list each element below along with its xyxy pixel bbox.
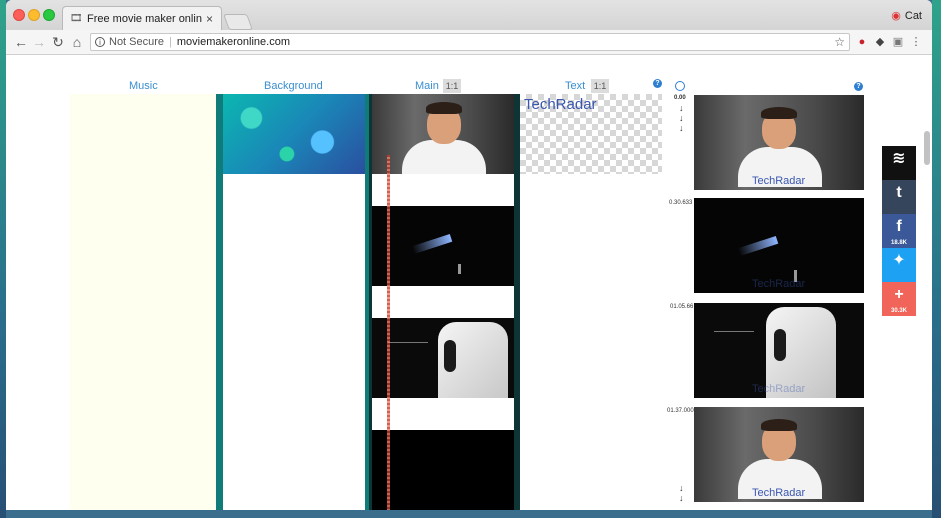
light-beam xyxy=(411,234,453,254)
preview-watermark: TechRadar xyxy=(752,175,806,187)
main-column-header[interactable]: Main xyxy=(415,80,439,92)
text-column-header[interactable]: Text xyxy=(565,80,585,92)
arrow-down-icon[interactable]: ↓ xyxy=(679,104,684,113)
main-ratio-badge[interactable]: 1:1 xyxy=(443,79,461,93)
preview-watermark: TechRadar xyxy=(752,383,806,395)
help-icon[interactable]: ? xyxy=(854,82,863,91)
person-hair xyxy=(426,102,462,114)
preview-frame[interactable]: TechRadar xyxy=(694,303,864,398)
music-column-header[interactable]: Music xyxy=(129,80,158,92)
timecode: 0.00 xyxy=(674,95,686,101)
more-share-button[interactable]: + 30.3K xyxy=(882,282,916,316)
timeline-column: 0.00 ↓ ↓ ↓ 0.30.633 01.05.66 01.37.000 ↓… xyxy=(662,94,694,510)
main-gap xyxy=(372,174,514,206)
tumblr-icon: t xyxy=(896,184,902,201)
not-secure-label: Not Secure xyxy=(109,36,165,48)
menu-dots-icon[interactable]: ⋮ xyxy=(909,35,923,49)
arrow-down-icon[interactable]: ↓ xyxy=(679,124,684,133)
home-icon[interactable]: ⌂ xyxy=(68,33,86,51)
music-track[interactable] xyxy=(70,94,216,510)
text-track[interactable]: TechRadar xyxy=(520,94,662,510)
twitter-share-button[interactable]: ✦ xyxy=(882,248,916,282)
extension-chat-icon[interactable]: ◆ xyxy=(873,35,887,49)
bookmark-star-icon[interactable]: ☆ xyxy=(834,35,845,49)
main-clip[interactable] xyxy=(372,94,514,174)
reload-icon[interactable]: ↻ xyxy=(49,33,67,51)
buffer-icon: ≋ xyxy=(892,150,906,167)
phone-camera xyxy=(774,329,786,361)
text-clip-label: TechRadar xyxy=(524,96,597,113)
light-beam xyxy=(737,236,779,256)
browser-toolbar: ← → ↻ ⌂ i Not Secure | moviemakeronline.… xyxy=(6,30,932,55)
share-sidebar: ≋ t f 18.8K ✦ + 30.3K xyxy=(882,146,916,316)
tab-active[interactable]: 🎞 Free movie maker online and × xyxy=(62,6,222,30)
main-track[interactable] xyxy=(369,94,520,510)
more-share-count: 30.3K xyxy=(890,308,907,314)
desktop-background-right xyxy=(932,0,941,518)
preview-watermark: TechRadar xyxy=(752,278,806,290)
profile-button[interactable]: ◉ Cat xyxy=(891,9,922,23)
text-clip[interactable]: TechRadar xyxy=(520,94,662,174)
arrow-down-icon[interactable]: ↓ xyxy=(679,494,684,503)
timecode: 01.05.66 xyxy=(670,304,694,310)
clock-icon xyxy=(675,81,685,91)
figure xyxy=(458,264,461,274)
close-tab-icon[interactable]: × xyxy=(206,12,213,26)
preview-frame[interactable]: TechRadar xyxy=(694,198,864,293)
forward-arrow-icon[interactable]: → xyxy=(30,33,48,51)
background-column-header[interactable]: Background xyxy=(264,80,323,92)
person-body xyxy=(402,140,486,174)
address-bar[interactable]: i Not Secure | moviemakeronline.com ☆ xyxy=(90,33,850,51)
preview-watermark: TechRadar xyxy=(752,487,806,499)
timecode: 0.30.633 xyxy=(669,200,693,206)
profile-name: Cat xyxy=(904,9,922,22)
back-arrow-icon[interactable]: ← xyxy=(12,33,30,51)
preview-frame[interactable]: TechRadar xyxy=(694,95,864,190)
tab-strip: 🎞 Free movie maker online and × ◉ Cat xyxy=(6,0,932,30)
info-icon[interactable]: i xyxy=(95,37,105,47)
timecode: 01.37.000 xyxy=(667,408,694,414)
buffer-share-button[interactable]: ≋ xyxy=(882,146,916,180)
background-track[interactable] xyxy=(216,94,369,510)
clip-caption xyxy=(714,331,754,362)
main-clip[interactable] xyxy=(372,318,514,398)
close-window-button[interactable] xyxy=(13,9,25,21)
facebook-icon: f xyxy=(896,218,902,235)
main-clip[interactable] xyxy=(372,430,514,510)
background-clip[interactable] xyxy=(223,94,365,174)
address-separator: | xyxy=(169,36,172,48)
text-ratio-badge[interactable]: 1:1 xyxy=(591,79,609,93)
main-gap xyxy=(372,398,514,430)
new-tab-button[interactable] xyxy=(223,14,253,30)
facebook-share-button[interactable]: f 18.8K xyxy=(882,214,916,248)
arrow-down-icon[interactable]: ↓ xyxy=(679,484,684,493)
background-empty-area xyxy=(223,174,365,510)
browser-window: 🎞 Free movie maker online and × ◉ Cat ← … xyxy=(6,0,932,510)
twitter-icon: ✦ xyxy=(892,252,906,269)
help-icon[interactable]: ? xyxy=(653,79,662,88)
tumblr-share-button[interactable]: t xyxy=(882,180,916,214)
person-hair xyxy=(761,419,797,431)
person-hair xyxy=(761,107,797,119)
page-viewport: Music Background Main 1:1 Text 1:1 ? ? T… xyxy=(6,55,932,510)
minimize-window-button[interactable] xyxy=(28,9,40,21)
clip-caption xyxy=(388,342,428,369)
url-text: moviemakeronline.com xyxy=(176,36,290,48)
maximize-window-button[interactable] xyxy=(43,9,55,21)
scrollbar-thumb[interactable] xyxy=(924,131,930,165)
profile-icon: ◉ xyxy=(891,10,901,22)
main-gap xyxy=(372,286,514,318)
arrow-down-icon[interactable]: ↓ xyxy=(679,114,684,123)
camera-icon[interactable]: ▣ xyxy=(891,35,905,49)
main-clip[interactable] xyxy=(372,206,514,286)
film-icon: 🎞 xyxy=(70,12,83,24)
preview-frame[interactable]: TechRadar xyxy=(694,407,864,502)
phone-camera xyxy=(444,340,456,372)
audio-waveform xyxy=(387,155,390,510)
plus-icon: + xyxy=(894,286,904,303)
tab-title: Free movie maker online and xyxy=(87,12,202,25)
facebook-share-count: 18.8K xyxy=(890,240,907,246)
pinterest-icon[interactable]: ● xyxy=(855,35,869,49)
